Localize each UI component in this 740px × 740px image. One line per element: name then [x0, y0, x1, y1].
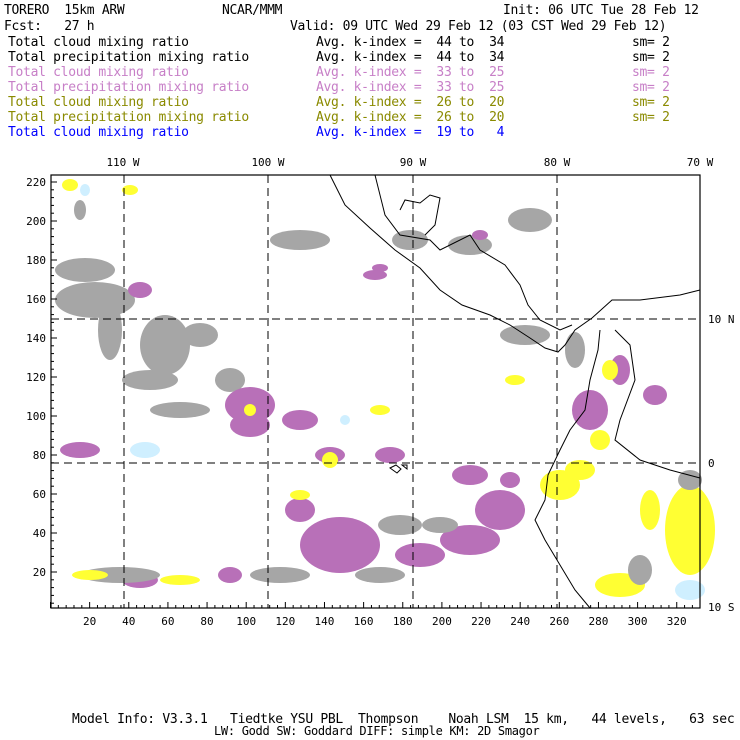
x-tick-label: 240 [510, 615, 530, 628]
y-tick-label: 100 [26, 410, 46, 423]
longitude-label: 80 W [544, 156, 571, 169]
x-tick-label: 140 [315, 615, 335, 628]
longitude-label: 70 W [687, 156, 714, 169]
y-tick-label: 220 [26, 176, 46, 189]
latitude-label: 10 S [708, 601, 735, 614]
field-blob [300, 517, 380, 573]
field-blob [370, 405, 390, 415]
longitude-label: 110 W [106, 156, 139, 169]
map-plot: 20 40 60 80 100 120 140 160 180 200 220 240 260 280 30… [26, 156, 734, 628]
field-blob [640, 490, 660, 530]
field-blob [452, 465, 488, 485]
x-tick-label: 200 [432, 615, 452, 628]
field-blob [472, 230, 488, 240]
field-blob [285, 498, 315, 522]
x-tick-label: 320 [667, 615, 687, 628]
field-blob [250, 567, 310, 583]
x-tick-label: 20 [83, 615, 96, 628]
coastline-yucatan [399, 194, 441, 236]
field-blob [282, 410, 318, 430]
latitude-label: 10 N [708, 313, 735, 326]
axes: 20 40 60 80 100 120 140 160 180 200 220 240 260 280 30… [26, 156, 734, 628]
field-blob [290, 490, 310, 500]
field-blob [72, 570, 108, 580]
y-tick-label: 200 [26, 215, 46, 228]
y-tick-label: 80 [33, 449, 46, 462]
x-tick-label: 80 [200, 615, 213, 628]
field-blob [572, 390, 608, 430]
field-blob [270, 230, 330, 250]
field-blob [322, 452, 338, 468]
field-blob [372, 264, 388, 272]
field-blob [505, 375, 525, 385]
x-tick-label: 300 [628, 615, 648, 628]
field-blob [665, 485, 715, 575]
y-tick-label: 180 [26, 254, 46, 267]
field-blob [160, 575, 200, 585]
field-blob [378, 515, 422, 535]
field-blob [395, 543, 445, 567]
field-blob [244, 404, 256, 416]
field-blob [355, 567, 405, 583]
field-blob [392, 230, 428, 250]
y-tick-label: 60 [33, 488, 46, 501]
field-blob [128, 282, 152, 298]
x-tick-label: 280 [589, 615, 609, 628]
field-blob [590, 430, 610, 450]
x-tick-label: 180 [393, 615, 413, 628]
field-blob [122, 370, 178, 390]
field-blob [475, 490, 525, 530]
field-blob [375, 447, 405, 463]
y-tick-label: 160 [26, 293, 46, 306]
field-blob [422, 517, 458, 533]
field-blob [60, 442, 100, 458]
x-tick-label: 100 [236, 615, 256, 628]
coastline-central-america [329, 174, 701, 353]
y-tick-label: 120 [26, 371, 46, 384]
field-blob [74, 200, 86, 220]
field-blob [80, 184, 90, 196]
field-blob [140, 315, 190, 375]
field-blob [340, 415, 350, 425]
mixing-ratio-fields [55, 179, 715, 600]
coastline-islands [389, 464, 408, 474]
field-blob [130, 442, 160, 458]
field-blob [55, 258, 115, 282]
x-tick-label: 120 [275, 615, 295, 628]
field-blob [508, 208, 552, 232]
y-tick-label: 20 [33, 566, 46, 579]
x-tick-label: 40 [122, 615, 135, 628]
field-blob [565, 332, 585, 368]
field-blob [628, 555, 652, 585]
y-tick-label: 140 [26, 332, 46, 345]
field-blob [182, 323, 218, 347]
y-tick-label: 40 [33, 527, 46, 540]
x-tick-label: 220 [471, 615, 491, 628]
field-blob [218, 567, 242, 583]
footer-physics: LW: Godd SW: Goddard DIFF: simple KM: 2D… [214, 724, 540, 738]
x-tick-label: 60 [161, 615, 174, 628]
field-blob [500, 472, 520, 488]
longitude-label: 90 W [400, 156, 427, 169]
field-blob [643, 385, 667, 405]
field-blob [602, 360, 618, 380]
x-tick-label: 160 [354, 615, 374, 628]
latitude-label: 0 [708, 457, 715, 470]
field-blob [150, 402, 210, 418]
field-blob [98, 300, 122, 360]
field-blob [62, 179, 78, 191]
x-tick-label: 260 [549, 615, 569, 628]
longitude-label: 100 W [251, 156, 284, 169]
field-blob [55, 282, 135, 318]
field-blob [230, 413, 270, 437]
